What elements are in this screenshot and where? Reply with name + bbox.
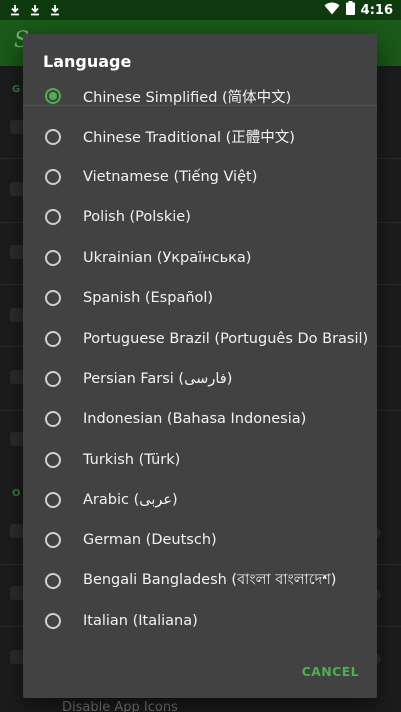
status-right: 4:16 (324, 1, 393, 19)
download-icon (8, 3, 22, 17)
language-option[interactable]: Indonesian (Bahasa Indonesia) (23, 399, 377, 439)
language-option-label: Arabic (عربى) (83, 492, 178, 509)
language-option[interactable]: Persian Farsi (فارسی) (23, 359, 377, 399)
status-bar: 4:16 (0, 0, 401, 20)
radio-unchecked-icon[interactable] (45, 128, 61, 145)
dialog-title: Language (43, 52, 132, 71)
language-option[interactable]: German (Deutsch) (23, 520, 377, 560)
language-options: Chinese Simplified (简体中文) Chinese Traditi… (23, 76, 377, 641)
language-option-label: Indonesian (Bahasa Indonesia) (83, 411, 307, 428)
radio-unchecked-icon[interactable] (45, 492, 61, 509)
language-option[interactable]: Ukrainian (Українська) (23, 238, 377, 278)
section-header: G (12, 84, 21, 95)
settings-item-label: Disable App Icons (62, 700, 178, 712)
settings-icon (10, 120, 24, 134)
language-option-label: Persian Farsi (فارسی) (83, 370, 233, 387)
radio-checked-icon[interactable] (45, 88, 61, 105)
language-option[interactable]: Arabic (عربى) (23, 480, 377, 520)
radio-unchecked-icon[interactable] (45, 411, 61, 428)
language-option[interactable]: Polish (Polskie) (23, 197, 377, 237)
language-option-label: Portuguese Brazil (Português Do Brasil) (83, 330, 369, 347)
wifi-icon (324, 2, 340, 19)
language-option-label: Spanish (Español) (83, 290, 214, 307)
radio-unchecked-icon[interactable] (45, 209, 61, 226)
radio-unchecked-icon[interactable] (45, 613, 61, 630)
radio-unchecked-icon[interactable] (45, 249, 61, 266)
language-option-label: German (Deutsch) (83, 532, 217, 549)
language-option-label: Ukrainian (Українська) (83, 249, 252, 266)
cancel-button[interactable]: CANCEL (302, 664, 359, 679)
battery-icon (345, 1, 355, 19)
language-option[interactable]: Spanish (Español) (23, 278, 377, 318)
settings-icon (10, 586, 24, 600)
language-option[interactable]: Bengali Bangladesh (বাংলা বাংলাদেশ) (23, 561, 377, 601)
settings-icon (10, 182, 24, 196)
settings-icon (10, 370, 24, 384)
language-option-label: Vietnamese (Tiếng Việt) (83, 168, 258, 185)
language-option-label: Italian (Italiana) (83, 613, 198, 630)
settings-icon (10, 650, 24, 664)
settings-icon (10, 308, 24, 322)
language-option-label: Chinese Traditional (正體中文) (83, 130, 295, 147)
settings-icon (10, 524, 24, 538)
radio-unchecked-icon[interactable] (45, 168, 61, 185)
radio-unchecked-icon[interactable] (45, 451, 61, 468)
radio-unchecked-icon[interactable] (45, 290, 61, 307)
language-option[interactable]: Portuguese Brazil (Português Do Brasil) (23, 318, 377, 358)
download-icon (48, 3, 62, 17)
language-option-label: Polish (Polskie) (83, 209, 191, 226)
radio-unchecked-icon[interactable] (45, 370, 61, 387)
language-option[interactable]: Turkish (Türk) (23, 440, 377, 480)
settings-icon (10, 245, 24, 259)
language-option-label: Turkish (Türk) (83, 451, 181, 468)
radio-unchecked-icon[interactable] (45, 330, 61, 347)
radio-unchecked-icon[interactable] (45, 572, 61, 589)
language-option-label: Chinese Simplified (简体中文) (83, 89, 292, 106)
section-header: O (12, 488, 21, 499)
language-option-label: Bengali Bangladesh (বাংলা বাংলাদেশ) (83, 571, 337, 588)
download-icon (28, 3, 42, 17)
language-option[interactable]: Vietnamese (Tiếng Việt) (23, 157, 377, 197)
settings-icon (10, 432, 24, 446)
language-option[interactable]: Chinese Simplified (简体中文) (23, 76, 377, 116)
language-option[interactable]: Italian (Italiana) (23, 601, 377, 641)
radio-unchecked-icon[interactable] (45, 532, 61, 549)
clock: 4:16 (360, 2, 393, 18)
language-dialog: Language Chinese Simplified (简体中文) Chines… (23, 34, 377, 698)
language-option[interactable]: Chinese Traditional (正體中文) (23, 116, 377, 156)
